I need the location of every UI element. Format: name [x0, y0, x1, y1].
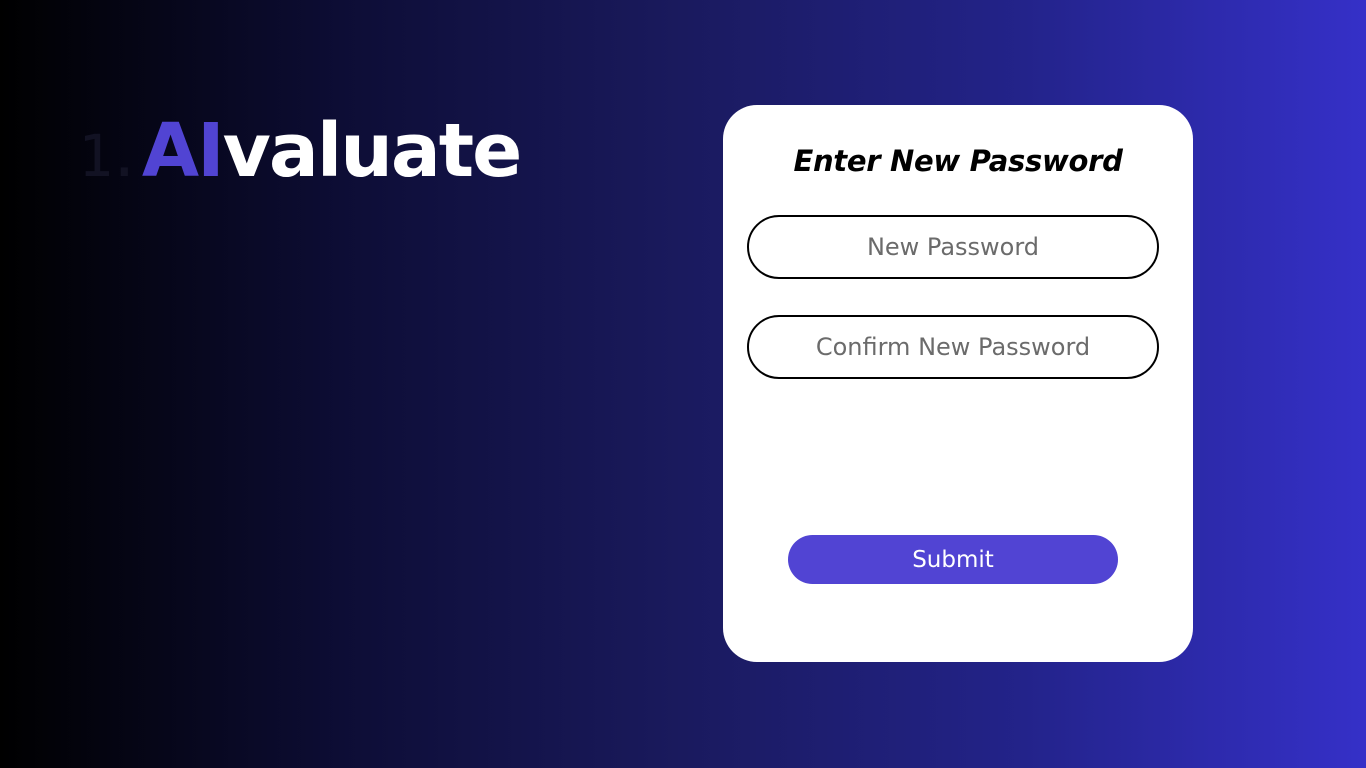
brand-accent-text: AI: [141, 108, 225, 194]
brand-rest-text: valuate: [222, 108, 523, 194]
submit-button[interactable]: Submit: [788, 535, 1118, 584]
form-title: Enter New Password: [793, 144, 1123, 178]
confirm-password-input[interactable]: [747, 315, 1159, 379]
password-reset-card: Enter New Password Submit: [723, 105, 1193, 662]
brand-logo: 1. AI valuate: [78, 108, 523, 198]
brand-number: 1.: [78, 122, 142, 190]
new-password-input[interactable]: [747, 215, 1159, 279]
